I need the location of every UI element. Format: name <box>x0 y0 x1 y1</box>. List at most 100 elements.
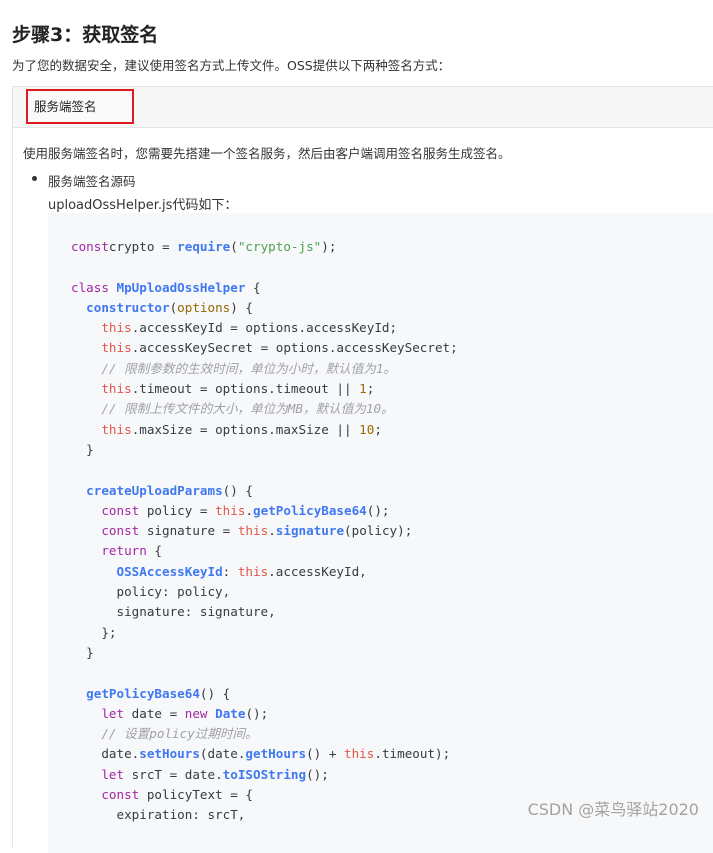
code-line: createUploadParams() { <box>71 481 458 501</box>
code-token: this <box>101 381 132 397</box>
code-token: MpUploadOssHelper <box>116 279 246 295</box>
code-token: }; <box>71 624 117 640</box>
code-token: "crypto-js" <box>237 239 322 254</box>
code-line: constcrypto = require("crypto-js"); <box>71 237 458 257</box>
code-token: policy: policy, <box>71 584 231 600</box>
code-token: ) { <box>230 299 253 315</box>
code-token: .accessKeyId, <box>268 563 367 579</box>
code-line: } <box>71 643 458 663</box>
code-token: : <box>222 563 238 579</box>
code-line: const policyText = { <box>71 785 458 805</box>
code-line: date.setHours(date.getHours() + this.tim… <box>71 744 458 764</box>
code-token: class <box>71 279 117 295</box>
description-text: 使用服务端签名时，您需要先搭建一个签名服务，然后由客户端调用签名服务生成签名。 <box>23 146 511 161</box>
code-token: (); <box>366 502 390 518</box>
code-token: const <box>101 787 140 803</box>
code-token: srcT = date. <box>124 766 223 782</box>
code-line: }; <box>71 623 458 643</box>
code-line: this.accessKeySecret = options.accessKey… <box>71 338 457 358</box>
code-line: this.maxSize = options.maxSize || 10; <box>71 420 458 440</box>
code-token: () { <box>222 482 253 498</box>
tab-bar: 服务端签名 <box>13 87 713 128</box>
code-token: () { <box>199 685 231 701</box>
intro-text: 为了您的数据安全，建议使用签名方式上传文件。OSS提供以下两种签名方式： <box>12 58 451 73</box>
code-token: .accessKeyId = options.accessKeyId; <box>131 320 398 336</box>
code-token: setHours <box>139 746 200 762</box>
code-token: date. <box>71 746 140 762</box>
code-token: require <box>177 239 231 254</box>
code-line: constructor(options) { <box>71 298 458 318</box>
code-line: let date = new Date(); <box>71 704 458 724</box>
code-token: constructor <box>86 299 170 315</box>
code-token: expiration: srcT, <box>71 807 246 823</box>
code-token: signature = <box>139 523 238 539</box>
code-line: // 限制参数的生效时间，单位为小时，默认值为1。 <box>71 359 458 379</box>
code-line: OSSAccessKeyId: this.accessKeyId, <box>71 562 458 582</box>
code-token: this <box>237 563 269 579</box>
code-token: this <box>101 340 132 356</box>
code-line: signature: signature, <box>71 602 458 622</box>
code-token: createUploadParams <box>86 482 223 498</box>
code-token: (); <box>245 705 269 721</box>
bullet-item: 服务端签名源码 <box>48 174 136 189</box>
code-token: ( <box>230 239 238 254</box>
code-token: { <box>146 543 163 559</box>
code-token: const <box>101 523 140 539</box>
code-line: // 设置policy过期时间。 <box>71 724 458 744</box>
code-token: () + <box>306 746 345 762</box>
code-token: options <box>177 299 231 315</box>
code-token: date = <box>124 705 185 721</box>
code-token: crypto = <box>108 239 178 254</box>
code-line: policy: policy, <box>71 582 458 602</box>
code-caption: uploadOssHelper.js代码如下： <box>48 198 238 213</box>
code-listing: constcrypto = require("crypto-js"); clas… <box>71 237 458 826</box>
code-token: ; <box>366 381 375 397</box>
code-token: this <box>237 523 269 539</box>
watermark: CSDN @菜鸟驿站2020 <box>527 800 699 819</box>
tab-server-signature[interactable]: 服务端签名 <box>26 89 134 124</box>
code-line: class MpUploadOssHelper { <box>71 278 458 298</box>
code-line: let srcT = date.toISOString(); <box>71 765 458 785</box>
code-token: .timeout); <box>374 746 451 762</box>
code-block: constcrypto = require("crypto-js"); clas… <box>48 213 713 853</box>
code-token: getHours <box>245 746 307 762</box>
code-token: const <box>71 239 109 254</box>
code-token: 10 <box>359 421 375 437</box>
code-token: return <box>101 543 147 559</box>
code-token: .maxSize = options.maxSize || <box>131 421 360 437</box>
code-line: const signature = this.signature(policy)… <box>71 521 458 541</box>
code-token: const <box>101 502 140 518</box>
code-token: signature: signature, <box>71 604 276 620</box>
code-token: .timeout = options.timeout || <box>131 381 360 397</box>
code-token: this <box>101 320 132 336</box>
code-token: this <box>215 502 246 518</box>
code-token: { <box>245 279 261 295</box>
step-title: 步骤3：获取签名 <box>12 24 159 46</box>
code-line: this.timeout = options.timeout || 1; <box>71 379 458 399</box>
bullet-dot <box>32 176 37 181</box>
code-token: (); <box>306 766 329 782</box>
code-line: } <box>71 440 458 460</box>
code-token: let <box>101 705 125 721</box>
code-token: } <box>71 441 94 457</box>
code-token: let <box>101 766 125 782</box>
code-token: // 限制上传文件的大小，单位为MB，默认值为10。 <box>101 401 394 417</box>
code-token: // 限制参数的生效时间，单位为小时，默认值为1。 <box>101 360 397 376</box>
code-token: . <box>245 502 254 518</box>
code-token: this <box>101 421 132 437</box>
code-line: const policy = this.getPolicyBase64(); <box>71 501 458 521</box>
